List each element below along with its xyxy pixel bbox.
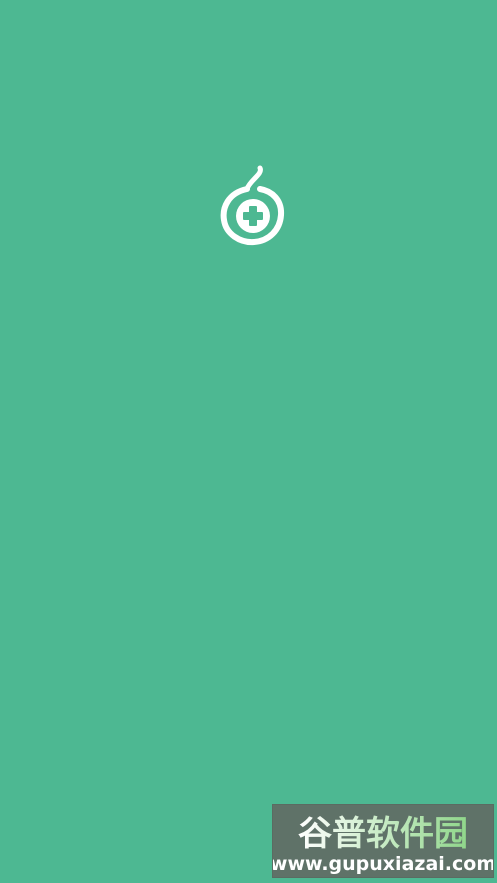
watermark-logo: 谷普软件园 www.gupuxiazai.com	[273, 814, 493, 875]
watermark-badge: 谷普软件园 www.gupuxiazai.com	[272, 804, 494, 878]
medical-cross-gourd-icon	[220, 165, 285, 246]
app-logo	[202, 152, 306, 256]
watermark-title: 谷普软件园	[298, 814, 468, 854]
watermark-url: www.gupuxiazai.com	[273, 853, 493, 875]
splash-screen: 谷普软件园 www.gupuxiazai.com	[0, 0, 497, 883]
